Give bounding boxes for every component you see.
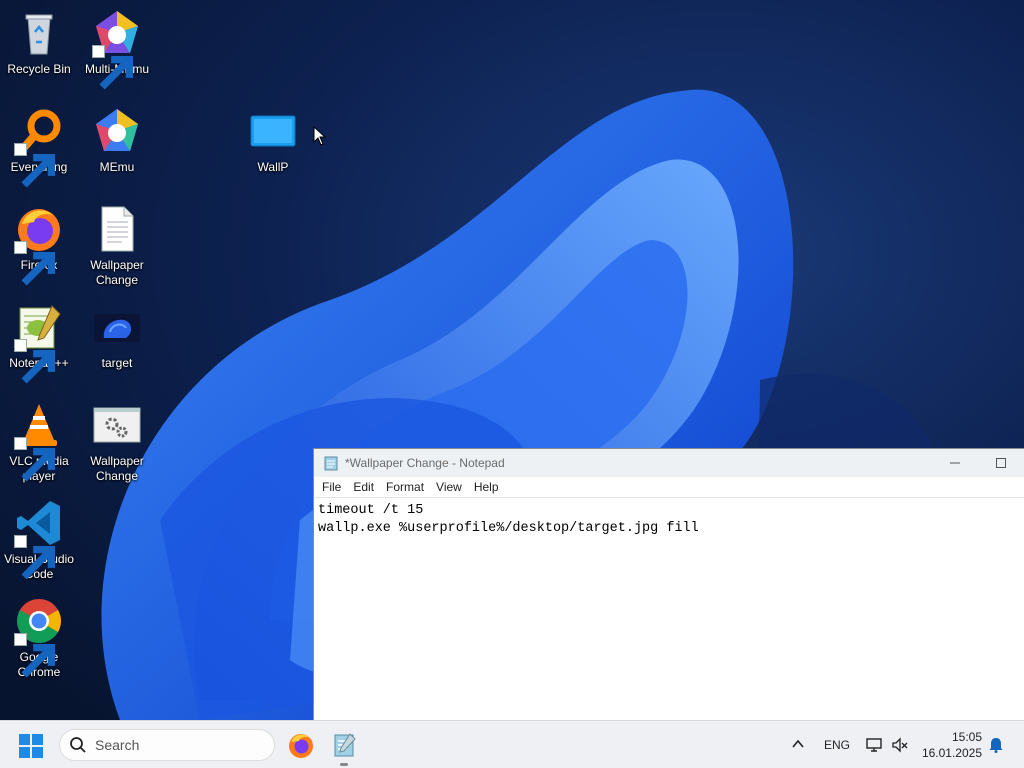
- clock-time: 15:05: [951, 730, 982, 744]
- network-icon[interactable]: [865, 736, 883, 754]
- notepad-app-icon: [324, 456, 338, 471]
- chrome-icon: [14, 596, 64, 678]
- volume-muted-icon[interactable]: [891, 736, 909, 754]
- shortcut-arrow-icon: [14, 143, 56, 188]
- shortcut-arrow-icon: [14, 535, 56, 580]
- desktop-icon-multi-memu[interactable]: Multi-MEmu: [78, 4, 156, 94]
- desktop-icon-label: target: [101, 356, 133, 370]
- wallp-app-icon: [248, 106, 298, 156]
- menu-help[interactable]: Help: [468, 480, 505, 494]
- desktop-icon-vlc[interactable]: VLC media player: [0, 396, 78, 486]
- desktop-icon-label: Recycle Bin: [7, 62, 71, 76]
- taskbar: Search ENG 15:05 16.01.2025: [0, 720, 1024, 768]
- shortcut-arrow-icon: [14, 339, 56, 384]
- windows-start-icon[interactable]: [18, 733, 44, 759]
- desktop-icon-label: Wallpaper Change: [90, 454, 144, 483]
- memu-icon: [92, 106, 142, 156]
- maximize-icon: [996, 458, 1006, 468]
- system-clock[interactable]: 15:05 16.01.2025: [920, 729, 982, 761]
- desktop-icon-wallpaper-change-txt[interactable]: Wallpaper Change: [78, 200, 156, 290]
- minimize-icon: [950, 462, 960, 464]
- menu-format[interactable]: Format: [380, 480, 430, 494]
- desktop-icon-label: MEmu: [99, 160, 135, 174]
- everything-search-icon: [14, 106, 64, 188]
- taskbar-notepad-icon[interactable]: [330, 731, 358, 759]
- window-title: *Wallpaper Change - Notepad: [345, 456, 505, 470]
- chevron-up-icon[interactable]: [791, 737, 805, 751]
- firefox-icon: [14, 204, 64, 286]
- notification-bell-icon[interactable]: [988, 737, 1004, 753]
- menu-bar: File Edit Format View Help: [314, 477, 1024, 498]
- minimize-button[interactable]: [932, 449, 978, 477]
- shortcut-arrow-icon: [14, 241, 56, 286]
- vscode-icon: [14, 498, 64, 580]
- image-thumbnail-icon: [92, 302, 142, 352]
- shortcut-arrow-icon: [14, 437, 56, 482]
- text-line: timeout /t 15: [318, 503, 424, 518]
- menu-edit[interactable]: Edit: [347, 480, 380, 494]
- desktop-icon-wallpaper-change-bat[interactable]: Wallpaper Change: [78, 396, 156, 486]
- shortcut-arrow-icon: [14, 633, 56, 678]
- menu-file[interactable]: File: [316, 480, 347, 494]
- desktop-icon-google-chrome[interactable]: Google Chrome: [0, 592, 78, 682]
- text-file-icon: [92, 204, 142, 254]
- text-line: wallp.exe %userprofile%/desktop/target.j…: [318, 521, 699, 536]
- clock-date: 16.01.2025: [921, 746, 982, 760]
- desktop-icon-memu[interactable]: MEmu: [78, 102, 156, 192]
- multi-memu-icon: [92, 8, 142, 90]
- shortcut-arrow-icon: [92, 45, 133, 90]
- desktop-icon-wallp[interactable]: WallP: [234, 102, 312, 192]
- desktop-icon-label: WallP: [257, 160, 289, 174]
- maximize-button[interactable]: [978, 449, 1024, 477]
- mouse-cursor-icon: [313, 126, 327, 146]
- search-icon: [70, 737, 86, 753]
- menu-view[interactable]: View: [430, 480, 468, 494]
- language-indicator[interactable]: ENG: [824, 738, 850, 752]
- batch-file-gear-icon: [92, 400, 142, 450]
- desktop-icon-label: Wallpaper Change: [90, 258, 144, 287]
- recycle-bin-icon: [14, 8, 64, 58]
- running-app-indicator: [340, 763, 348, 766]
- text-editor-area[interactable]: timeout /t 15 wallp.exe %userprofile%/des…: [314, 498, 1024, 538]
- notepad-plus-plus-icon: [14, 302, 64, 384]
- taskbar-firefox-icon[interactable]: [287, 731, 315, 759]
- notepad-title-bar[interactable]: *Wallpaper Change - Notepad: [314, 449, 1024, 477]
- desktop-icon-vscode[interactable]: Visual Studio Code: [0, 494, 78, 584]
- desktop-icon-everything[interactable]: Everything: [0, 102, 78, 192]
- desktop-icon-recycle-bin[interactable]: Recycle Bin: [0, 4, 78, 94]
- notepad-window[interactable]: *Wallpaper Change - Notepad File Edit Fo…: [313, 448, 1024, 720]
- vlc-cone-icon: [14, 400, 64, 482]
- search-placeholder: Search: [95, 737, 140, 753]
- taskbar-search-box[interactable]: Search: [59, 729, 275, 761]
- desktop-icon-target-image[interactable]: target: [78, 298, 156, 388]
- desktop-icon-notepad-plus-plus[interactable]: Notepad++: [0, 298, 78, 388]
- desktop-icon-firefox[interactable]: Firefox: [0, 200, 78, 290]
